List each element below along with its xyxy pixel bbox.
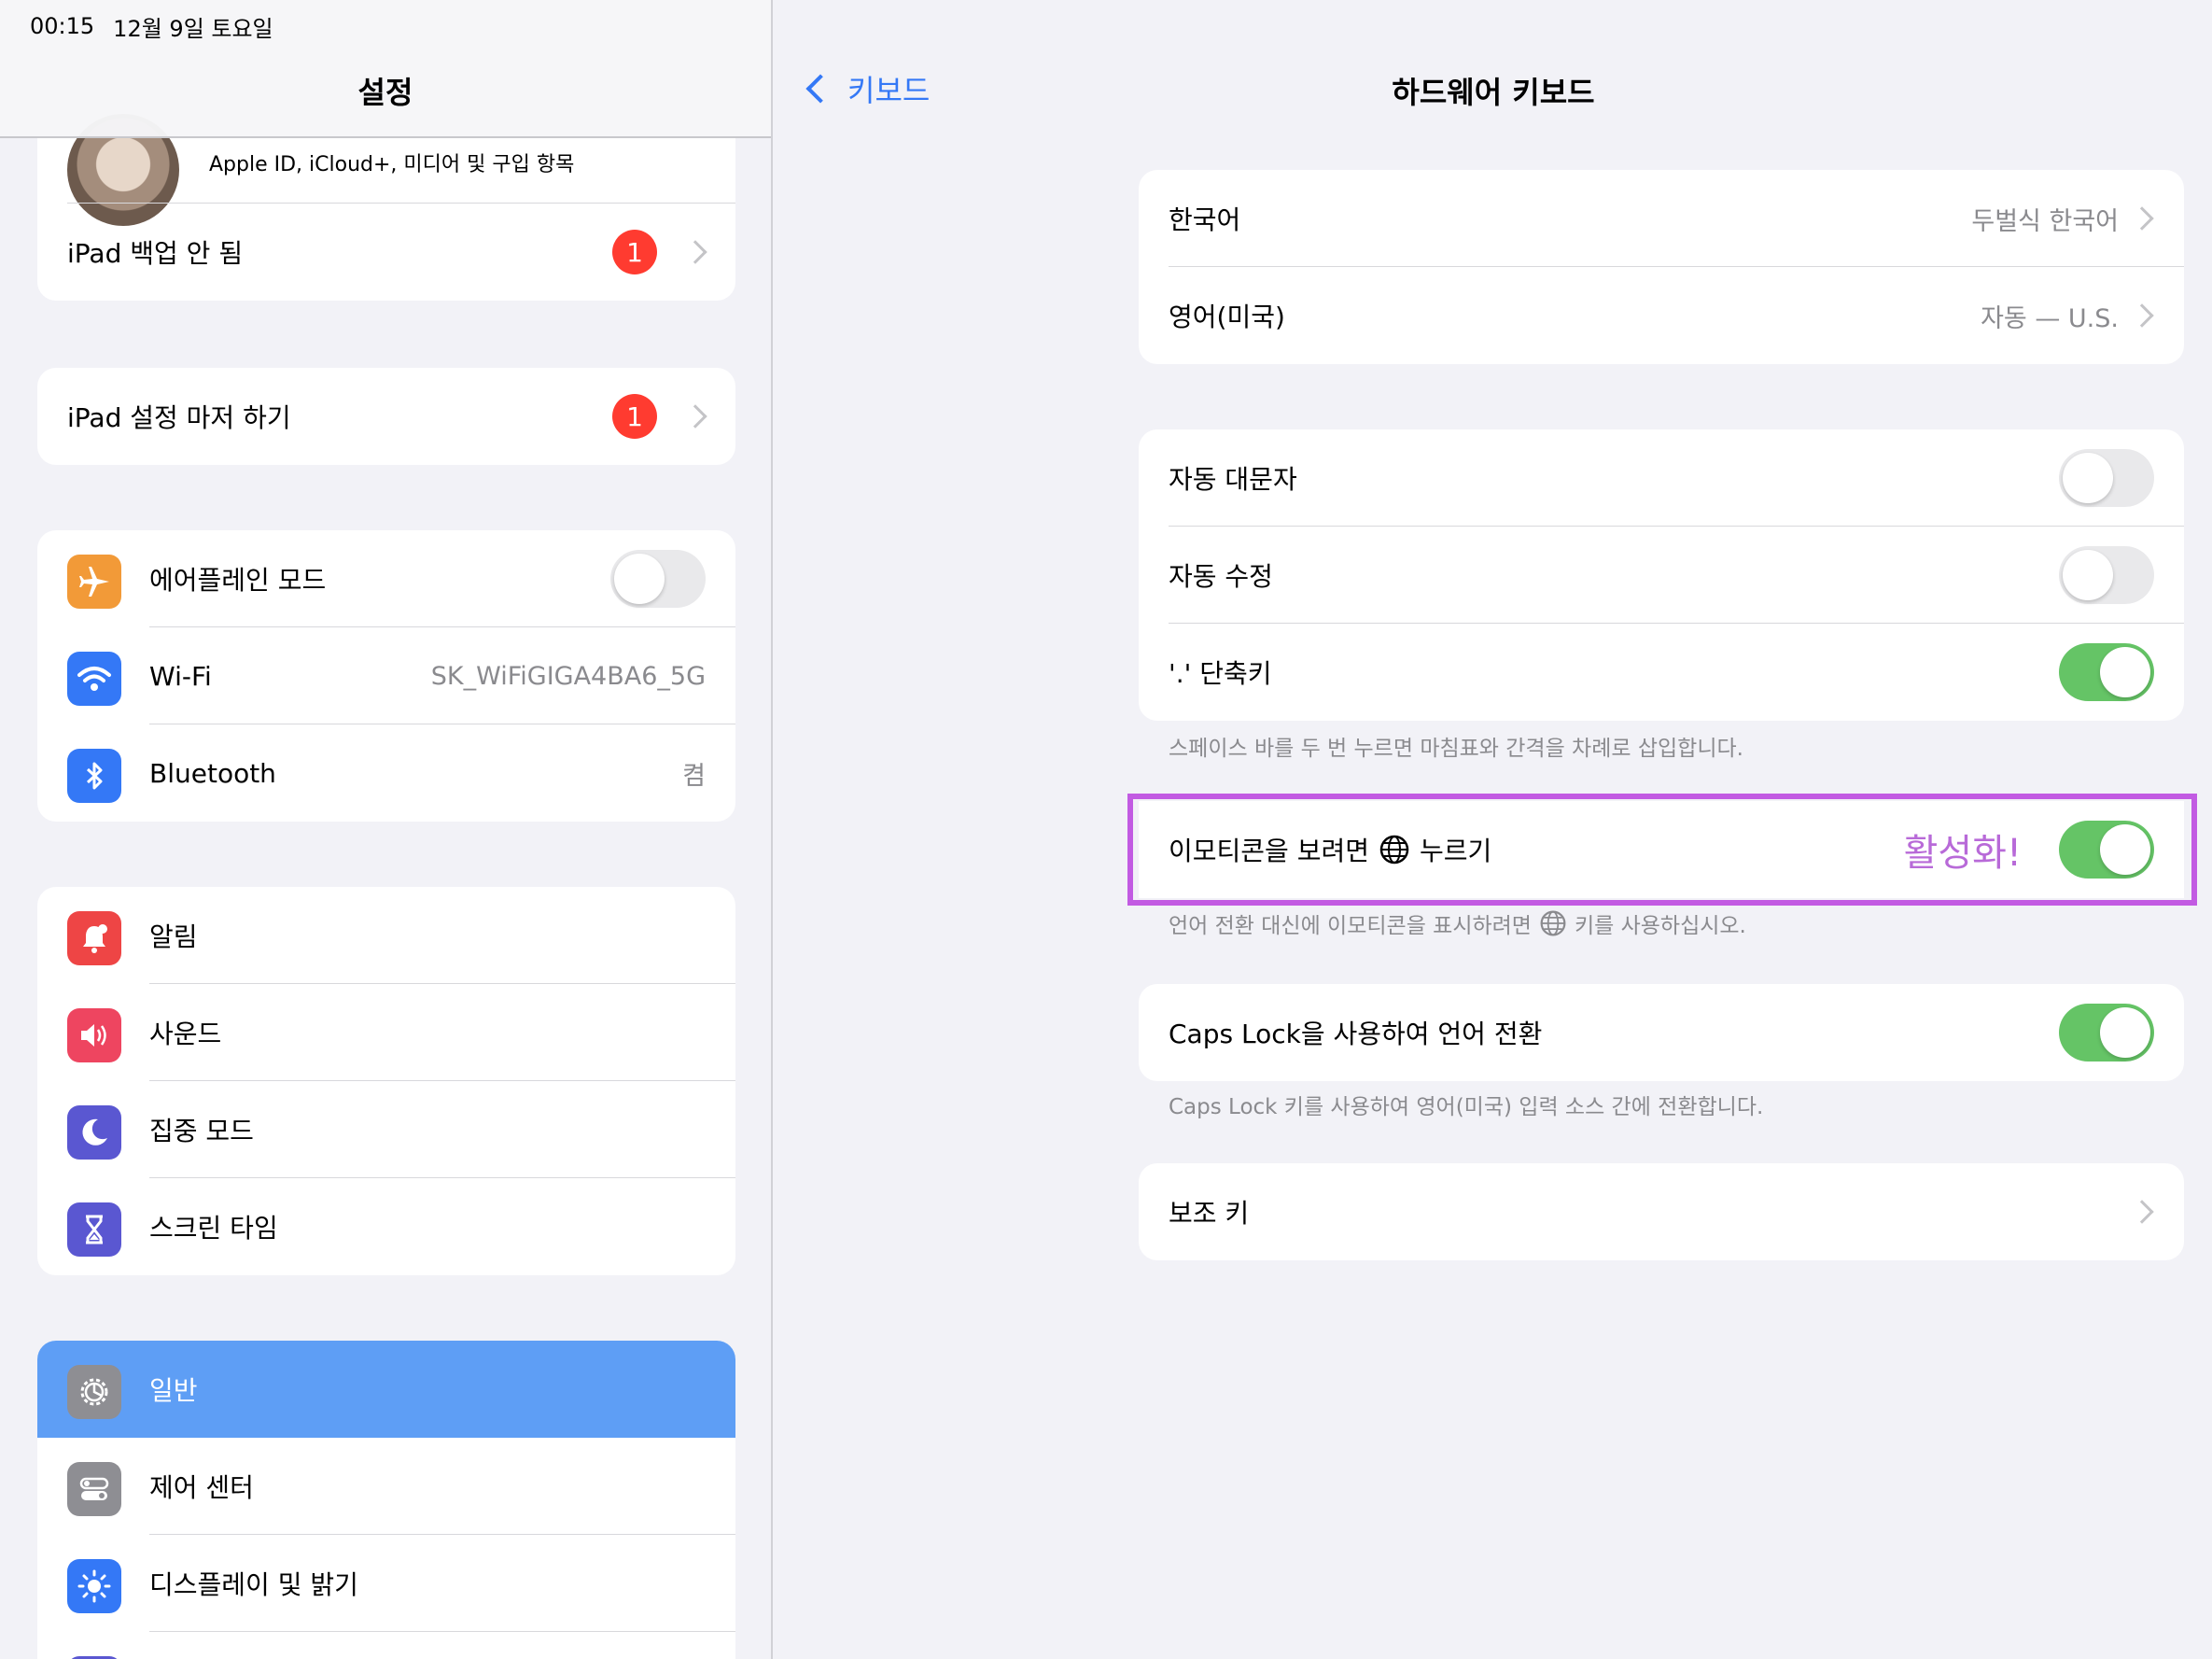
hardware-keyboard-detail: 키보드 하드웨어 키보드 한국어 두벌식 한국어 영어(미국) 자동 — U.S… [775,0,2212,1659]
chevron-right-icon [683,240,707,264]
hourglass-icon [67,1202,121,1257]
sidebar-item-label: 사운드 [149,1019,222,1049]
sidebar-item-focus[interactable]: 집중 모드 [37,1081,735,1178]
sidebar-item-label: Bluetooth [149,757,276,789]
sidebar-item-notifications[interactable]: 알림 [37,887,735,984]
emoji-group: 이모티콘을 보려면 누르기 활성화! [1139,801,2184,898]
capslock-label: Caps Lock을 사용하여 언어 전환 [1169,1019,1543,1049]
bell-icon [67,911,121,965]
gear-icon [67,1365,121,1419]
period-shortcut-toggle[interactable] [2059,643,2154,701]
general-group: 일반 제어 센터 디스플레이 및 밝기 [37,1341,735,1659]
finish-setup-row[interactable]: iPad 설정 마저 하기 1 [37,368,735,465]
option-label: 자동 대문자 [1169,464,1297,495]
modifier-keys-row[interactable]: 보조 키 [1139,1163,2184,1260]
sidebar-item-general[interactable]: 일반 [37,1341,735,1438]
language-row-english[interactable]: 영어(미국) 자동 — U.S. [1139,267,2184,364]
connectivity-group: 에어플레인 모드 Wi-Fi SK_WiFiGIGA4BA6_5G Blueto… [37,530,735,822]
wifi-icon [67,652,121,706]
emoji-label-after: 누르기 [1419,836,1492,866]
settings-sidebar: Apple ID, iCloud+, 미디어 및 구입 항목 iPad 백업 안… [0,0,773,1659]
language-layout-value: 두벌식 한국어 [1971,206,2119,236]
wifi-network-value: SK_WiFiGIGA4BA6_5G [430,661,706,691]
screen: Apple ID, iCloud+, 미디어 및 구입 항목 iPad 백업 안… [0,0,2212,1659]
sidebar-item-label: 디스플레이 및 밝기 [149,1569,358,1600]
backup-label: iPad 백업 안 됨 [67,238,244,269]
airplane-icon [67,555,121,609]
bluetooth-status-value: 켬 [682,761,706,791]
backup-badge: 1 [612,230,657,274]
profile-subtitle: Apple ID, iCloud+, 미디어 및 구입 항목 [209,153,575,176]
emoji-globe-toggle[interactable] [2059,821,2154,879]
sidebar-item-label: 에어플레인 모드 [149,565,327,596]
option-label: '.' 단축키 [1169,658,1272,689]
emoji-label-before: 이모티콘을 보려면 [1169,836,1369,866]
chevron-right-icon [2130,303,2154,328]
chevron-right-icon [2130,1200,2154,1224]
emoji-footnote-after: 키를 사용하십시오. [1574,914,1746,938]
speaker-icon [67,1008,121,1062]
sidebar-item-label: 집중 모드 [149,1116,254,1146]
chevron-right-icon [683,404,707,429]
emoji-footnote: 언어 전환 대신에 이모티콘을 표시하려면 키를 사용하십시오. [1169,907,1746,939]
emoji-footnote-before: 언어 전환 대신에 이모티콘을 표시하려면 [1169,914,1532,938]
modifier-keys-label: 보조 키 [1169,1198,1250,1229]
sidebar-item-bluetooth[interactable]: Bluetooth 켬 [37,724,735,822]
finish-setup-label: iPad 설정 마저 하기 [67,402,291,433]
finish-setup-group: iPad 설정 마저 하기 1 [37,368,735,465]
notifications-group: 알림 사운드 집중 모드 스크린 타임 [37,887,735,1275]
sidebar-item-screen-time[interactable]: 스크린 타임 [37,1178,735,1275]
status-time: 00:15 [30,13,95,39]
sidebar-item-airplane[interactable]: 에어플레인 모드 [37,530,735,627]
chevron-right-icon [2130,206,2154,231]
modifier-group: 보조 키 [1139,1163,2184,1260]
emoji-label: 이모티콘을 보려면 누르기 [1169,831,1491,868]
airplane-toggle[interactable] [610,550,706,608]
sidebar-item-label: Wi-Fi [149,660,212,692]
finish-setup-badge: 1 [612,394,657,439]
options-group: 자동 대문자 자동 수정 '.' 단축키 [1139,429,2184,721]
sidebar-item-display[interactable]: 디스플레이 및 밝기 [37,1535,735,1632]
switches-icon [67,1462,121,1516]
languages-group: 한국어 두벌식 한국어 영어(미국) 자동 — U.S. [1139,170,2184,364]
globe-icon [1379,834,1410,865]
auto-capitalization-row: 자동 대문자 [1139,429,2184,527]
language-row-korean[interactable]: 한국어 두벌식 한국어 [1139,170,2184,267]
activate-annotation: 활성화! [1903,832,2022,875]
bluetooth-icon [67,749,121,803]
backup-row[interactable]: iPad 백업 안 됨 1 [37,204,735,301]
capslock-row: Caps Lock을 사용하여 언어 전환 [1139,984,2184,1081]
sidebar-item-label: 제어 센터 [149,1472,254,1503]
sun-icon [67,1559,121,1613]
capslock-toggle[interactable] [2059,1004,2154,1061]
status-date: 12월 9일 토요일 [113,15,273,42]
auto-correction-row: 자동 수정 [1139,527,2184,624]
sidebar-title: 설정 [357,75,413,110]
auto-capitalization-toggle[interactable] [2059,449,2154,507]
emoji-globe-row: 이모티콘을 보려면 누르기 활성화! [1139,801,2184,898]
sidebar-item-label: 스크린 타임 [149,1213,278,1244]
language-label: 영어(미국) [1169,302,1285,332]
language-layout-value: 자동 — U.S. [1981,303,2119,333]
auto-correction-toggle[interactable] [2059,546,2154,604]
language-label: 한국어 [1169,204,1241,235]
sidebar-item-wifi[interactable]: Wi-Fi SK_WiFiGIGA4BA6_5G [37,627,735,724]
moon-icon [67,1105,121,1160]
sidebar-item-label: 알림 [149,921,198,952]
sidebar-item-control-center[interactable]: 제어 센터 [37,1438,735,1535]
status-bar: 00:15 12월 9일 토요일 [30,7,273,45]
globe-icon [1539,909,1567,937]
sidebar-item-partial[interactable] [37,1632,735,1659]
option-label: 자동 수정 [1169,561,1273,592]
capslock-footnote: Caps Lock 키를 사용하여 영어(미국) 입력 소스 간에 전환합니다. [1169,1095,1764,1119]
capslock-group: Caps Lock을 사용하여 언어 전환 [1139,984,2184,1081]
period-shortcut-footnote: 스페이스 바를 두 번 누르면 마침표와 간격을 차례로 삽입합니다. [1169,737,1743,761]
sidebar-item-label: 일반 [149,1375,198,1406]
period-shortcut-row: '.' 단축키 [1139,624,2184,721]
sidebar-item-sounds[interactable]: 사운드 [37,984,735,1081]
page-title: 하드웨어 키보드 [1392,75,1595,110]
